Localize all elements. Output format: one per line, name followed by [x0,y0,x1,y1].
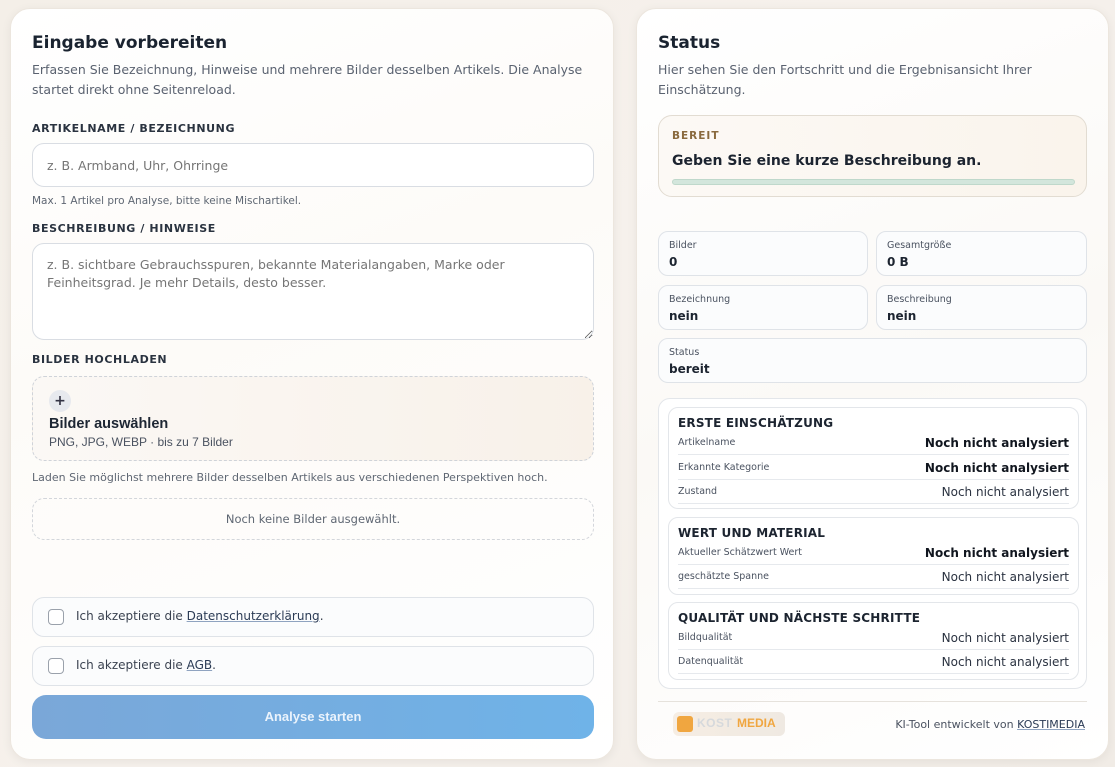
group-title: WERT UND MATERIAL [678,526,826,540]
input-panel-intro: Erfassen Sie Bezeichnung, Hinweise und m… [32,62,583,97]
stat-description: Beschreibung nein [876,285,1087,330]
stat-images: Bilder 0 [658,231,868,276]
result-label: Zustand [678,486,718,497]
upload-label: BILDER HOCHLADEN [32,353,168,366]
group-title: QUALITÄT UND NÄCHSTE SCHRITTE [678,611,921,625]
result-row: geschätzte Spanne Noch nicht analysiert [678,565,1069,589]
result-row: Erkannte Kategorie Noch nicht analysiert [678,456,1069,480]
kostimedia-logo: KOST MEDIA [673,712,785,736]
name-input[interactable] [32,143,594,187]
status-message: Geben Sie eine kurze Beschreibung an. [672,153,982,169]
privacy-suffix: . [319,609,324,623]
image-upload-dropzone[interactable]: + Bilder auswählen PNG, JPG, WEBP · bis … [32,376,594,461]
stat-name-value: nein [669,309,699,323]
results-panel: ERSTE EINSCHÄTZUNG Artikelname Noch nich… [658,398,1087,689]
image-preview-empty: Noch keine Bilder ausgewählt. [32,498,594,540]
terms-link[interactable]: AGB [187,658,213,672]
chart-icon [677,716,693,732]
result-label: Erkannte Kategorie [678,462,770,473]
group-title: ERSTE EINSCHÄTZUNG [678,416,834,430]
result-value: Noch nicht analysiert [941,631,1069,645]
terms-prefix: Ich akzeptiere die [76,658,187,672]
plus-icon: + [49,390,71,412]
result-value: Noch nicht analysiert [924,546,1069,560]
stat-size-value: 0 B [887,255,909,269]
start-analysis-button[interactable]: Analyse starten [32,695,594,739]
stat-status: Status bereit [658,338,1087,383]
progress-bar [672,179,1075,185]
result-value: Noch nicht analysiert [924,461,1069,475]
result-row: Bildqualität Noch nicht analysiert [678,626,1069,650]
privacy-prefix: Ich akzeptiere die [76,609,187,623]
result-group-first-assessment: ERSTE EINSCHÄTZUNG Artikelname Noch nich… [668,407,1079,509]
stat-desc-label: Beschreibung [887,294,952,305]
description-textarea[interactable] [32,243,594,340]
result-value: Noch nicht analysiert [941,485,1069,499]
upload-title: Bilder auswählen [49,416,169,432]
result-value: Noch nicht analysiert [941,655,1069,669]
result-group-value-material: WERT UND MATERIAL Aktueller Schätzwert W… [668,517,1079,595]
logo-text-media: MEDIA [737,716,776,730]
privacy-consent-text: Ich akzeptiere die Datenschutzerklärung. [76,609,324,623]
terms-consent-text: Ich akzeptiere die AGB. [76,658,216,672]
credit-text: KI-Tool entwickelt von KOSTIMEDIA [895,718,1085,731]
stat-status-label: Status [669,347,700,358]
stat-size-label: Gesamtgröße [887,240,952,251]
result-row: Artikelname Noch nicht analysiert [678,431,1069,455]
result-value: Noch nicht analysiert [924,436,1069,450]
terms-suffix: . [212,658,216,672]
footer-divider [658,701,1087,702]
result-label: Datenqualität [678,656,744,667]
stat-desc-value: nein [887,309,917,323]
stat-images-value: 0 [669,255,678,269]
input-panel-title: Eingabe vorbereiten [32,33,228,53]
status-chip: BEREIT [672,130,720,142]
result-value: Noch nicht analysiert [941,570,1069,584]
name-help: Max. 1 Artikel pro Analyse, bitte keine … [32,195,302,207]
stat-total-size: Gesamtgröße 0 B [876,231,1087,276]
stat-status-value: bereit [669,362,710,376]
privacy-consent-row[interactable]: Ich akzeptiere die Datenschutzerklärung. [32,597,594,637]
stat-name-label: Bezeichnung [669,294,731,305]
result-row: Zustand Noch nicht analysiert [678,480,1069,504]
status-panel: Status Hier sehen Sie den Fortschritt un… [636,8,1109,760]
result-label: geschätzte Spanne [678,571,769,582]
result-label: Artikelname [678,437,736,448]
privacy-policy-link[interactable]: Datenschutzerklärung [187,609,320,623]
credit-prefix: KI-Tool entwickelt von [895,718,1018,731]
status-panel-intro: Hier sehen Sie den Fortschritt und die E… [658,62,1032,97]
privacy-checkbox[interactable] [48,609,64,625]
kostimedia-link[interactable]: KOSTIMEDIA [1017,718,1085,731]
result-label: Bildqualität [678,632,733,643]
name-label: ARTIKELNAME / BEZEICHNUNG [32,122,236,135]
terms-consent-row[interactable]: Ich akzeptiere die AGB. [32,646,594,686]
result-group-quality: QUALITÄT UND NÄCHSTE SCHRITTE Bildqualit… [668,602,1079,680]
input-panel: Eingabe vorbereiten Erfassen Sie Bezeich… [10,8,614,760]
status-panel-title: Status [658,33,721,53]
upload-formats: PNG, JPG, WEBP · bis zu 7 Bilder [49,435,233,449]
result-row: Aktueller Schätzwert Wert Noch nicht ana… [678,541,1069,565]
logo-text-kost: KOST [697,716,733,730]
description-label: BESCHREIBUNG / HINWEISE [32,222,216,235]
upload-help: Laden Sie möglichst mehrere Bilder desse… [32,471,548,484]
stat-images-label: Bilder [669,240,697,251]
status-indicator: BEREIT Geben Sie eine kurze Beschreibung… [658,115,1087,197]
result-row: Datenqualität Noch nicht analysiert [678,650,1069,674]
terms-checkbox[interactable] [48,658,64,674]
result-label: Aktueller Schätzwert Wert [678,547,803,558]
stat-name: Bezeichnung nein [658,285,868,330]
